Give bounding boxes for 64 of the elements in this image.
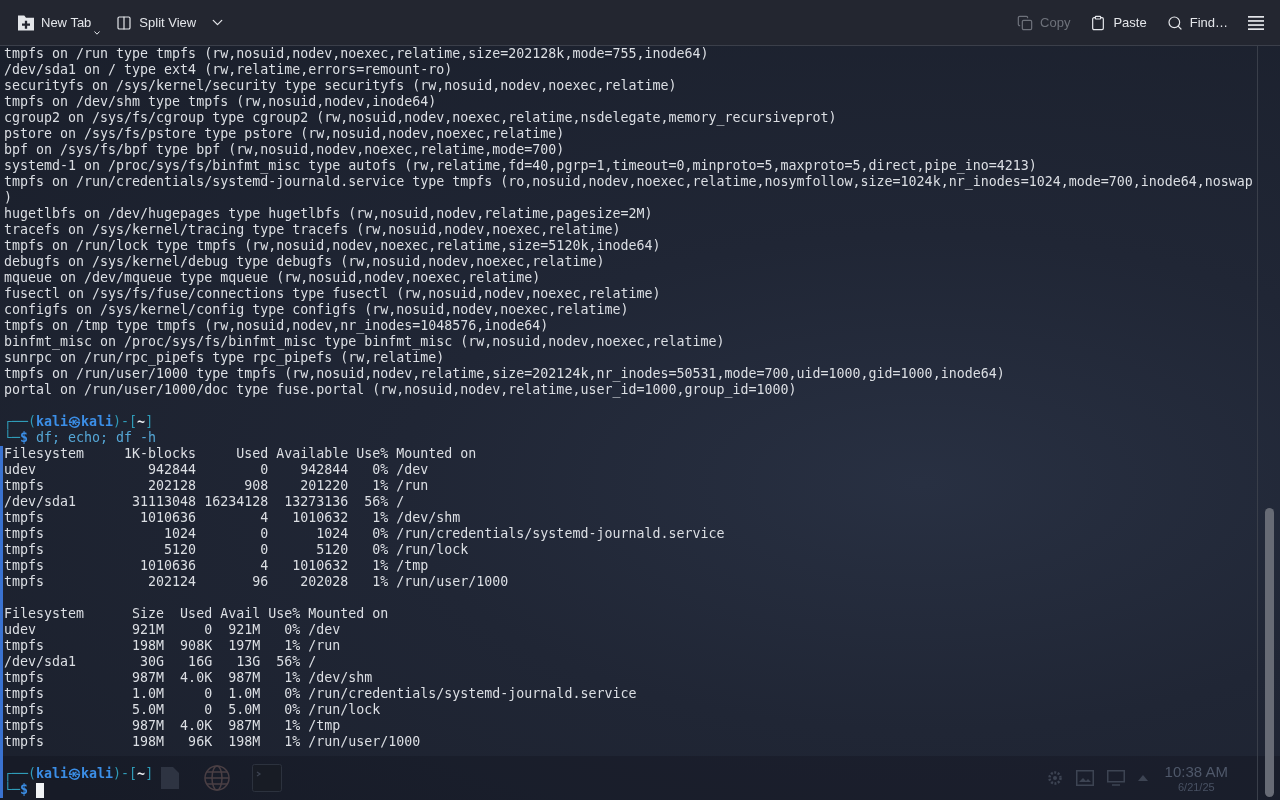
output-line: tmpfs on /run/user/1000 type tmpfs (rw,nosuid,nodev,relatime,size=202124k,nr_inodes=50531,mode=700,uid=1000,gid=1000,inode64) bbox=[4, 366, 1006, 382]
prompt-line: ┌──(kali㉿kali)-[~] bbox=[4, 414, 154, 430]
output-line: pstore on /sys/fs/pstore type pstore (rw,nosuid,nodev,noexec,relatime) bbox=[4, 126, 566, 142]
scrollbar-thumb[interactable] bbox=[1264, 508, 1274, 797]
monitor-icon bbox=[1106, 770, 1125, 786]
find-button[interactable]: Find… bbox=[1158, 6, 1236, 39]
output-line: tmpfs on /tmp type tmpfs (rw,nosuid,nodev,nr_inodes=1048576,inode64) bbox=[4, 318, 550, 334]
output-line: /dev/sda1 30G 16G 13G 56% / bbox=[4, 654, 318, 670]
caret-icon bbox=[94, 30, 101, 35]
clipboard-icon bbox=[1090, 14, 1107, 31]
output-line: tmpfs 1.0M 0 1.0M 0% /run/credentials/systemd-journald.service bbox=[4, 686, 637, 702]
gear-icon bbox=[1046, 770, 1063, 786]
clock-time: 10:38 AM bbox=[1164, 762, 1228, 781]
globe-icon bbox=[204, 765, 230, 791]
output-line: portal on /run/user/1000/doc type fuse.portal (rw,nosuid,nodev,relatime,user_id=1000,group_id=1000) bbox=[4, 382, 798, 398]
output-line: tmpfs on /dev/shm type tmpfs (rw,nosuid,nodev,inode64) bbox=[4, 94, 438, 110]
output-line: bpf on /sys/fs/bpf type bpf (rw,nosuid,nodev,noexec,relatime,mode=700) bbox=[4, 142, 566, 158]
output-line: tmpfs 5120 0 5120 0% /run/lock bbox=[4, 542, 470, 558]
output-line: sunrpc on /run/rpc_pipefs type rpc_pipefs (rw,relatime) bbox=[4, 350, 446, 366]
output-line: fusectl on /sys/fs/fuse/connections type fusectl (rw,nosuid,nodev,noexec,relatime) bbox=[4, 286, 662, 302]
command-line: └─$ df; echo; df -h bbox=[4, 430, 157, 446]
output-line: tmpfs 1024 0 1024 0% /run/credentials/systemd-journald.service bbox=[4, 526, 725, 542]
output-line: ) bbox=[4, 190, 13, 206]
output-line: tmpfs 5.0M 0 5.0M 0% /run/lock bbox=[4, 702, 382, 718]
output-line: tmpfs 987M 4.0K 987M 1% /dev/shm bbox=[4, 670, 374, 686]
document-icon bbox=[160, 766, 180, 790]
output-line: hugetlbfs on /dev/hugepages type hugetlbfs (rw,nosuid,nodev,relatime,pagesize=2M) bbox=[4, 206, 654, 222]
split-view-button[interactable]: Split View bbox=[108, 6, 235, 39]
output-line: Filesystem Size Used Avail Use% Mounted on bbox=[4, 606, 390, 622]
output-line: udev 942844 0 942844 0% /dev bbox=[4, 462, 430, 478]
search-icon bbox=[1166, 14, 1183, 31]
output-line: /dev/sda1 31113048 16234128 13273136 56% / bbox=[4, 494, 406, 510]
caret-up-icon bbox=[1137, 775, 1148, 781]
output-line: tracefs on /sys/kernel/tracing type tracefs (rw,nosuid,nodev,noexec,relatime) bbox=[4, 222, 622, 238]
output-line: tmpfs 198M 96K 198M 1% /run/user/1000 bbox=[4, 734, 422, 750]
output-line: tmpfs 202124 96 202028 1% /run/user/1000 bbox=[4, 574, 510, 590]
output-line: tmpfs on /run/credentials/systemd-journald.service type tmpfs (ro,nosuid,nodev,noexec,relatime,nosymfollow,size=1024k,nr_inodes=1024,mode=700,inode64,noswap bbox=[4, 174, 1253, 190]
output-line: tmpfs 1010636 4 1010632 1% /tmp bbox=[4, 558, 430, 574]
output-line: configfs on /sys/kernel/config type configfs (rw,nosuid,nodev,noexec,relatime) bbox=[4, 302, 630, 318]
output-line: tmpfs 202128 908 201220 1% /run bbox=[4, 478, 430, 494]
output-line: tmpfs on /run/lock type tmpfs (rw,nosuid,nodev,noexec,relatime,size=5120k,inode64) bbox=[4, 238, 662, 254]
output-line: tmpfs on /run type tmpfs (rw,nosuid,nodev,noexec,relatime,size=202128k,mode=755,inode64) bbox=[4, 46, 710, 62]
paste-button[interactable]: Paste bbox=[1082, 6, 1155, 39]
output-line: securityfs on /sys/kernel/security type securityfs (rw,nosuid,nodev,noexec,relatime) bbox=[4, 78, 678, 94]
output-line: systemd-1 on /proc/sys/fs/binfmt_misc type autofs (rw,relatime,fd=40,pgrp=1,timeout=0,minproto=5,maxproto=5,direct,pipe_ino=4213) bbox=[4, 158, 1038, 174]
menu-icon bbox=[1248, 14, 1264, 31]
output-line: Filesystem 1K-blocks Used Available Use% Mounted on bbox=[4, 446, 478, 462]
output-line: binfmt_misc on /proc/sys/fs/binfmt_misc type binfmt_misc (rw,nosuid,nodev,noexec,relatime) bbox=[4, 334, 726, 350]
prompt-line: ┌──(kali㉿kali)-[~] bbox=[4, 766, 154, 782]
output-line: tmpfs 1010636 4 1010632 1% /dev/shm bbox=[4, 510, 462, 526]
output-line: udev 921M 0 921M 0% /dev bbox=[4, 622, 342, 638]
command-line: └─$ bbox=[4, 782, 29, 798]
image-icon bbox=[1075, 770, 1094, 786]
columns-icon bbox=[116, 14, 133, 31]
copy-icon bbox=[1017, 14, 1034, 31]
output-line: cgroup2 on /sys/fs/cgroup type cgroup2 (rw,nosuid,nodev,noexec,relatime,nsdelegate,memory_recursiveprot) bbox=[4, 110, 838, 126]
terminal-icon bbox=[252, 764, 282, 792]
folder-plus-icon bbox=[18, 14, 34, 31]
output-line: /dev/sda1 on / type ext4 (rw,relatime,errors=remount-ro) bbox=[4, 62, 454, 78]
new-tab-button[interactable]: New Tab bbox=[10, 6, 109, 39]
output-line: mqueue on /dev/mqueue type mqueue (rw,nosuid,nodev,noexec,relatime) bbox=[4, 270, 542, 286]
output-line: tmpfs 198M 908K 197M 1% /run bbox=[4, 638, 342, 654]
output-line: debugfs on /sys/kernel/debug type debugfs (rw,nosuid,nodev,noexec,relatime) bbox=[4, 254, 606, 270]
output-line: tmpfs 987M 4.0K 987M 1% /tmp bbox=[4, 718, 342, 734]
